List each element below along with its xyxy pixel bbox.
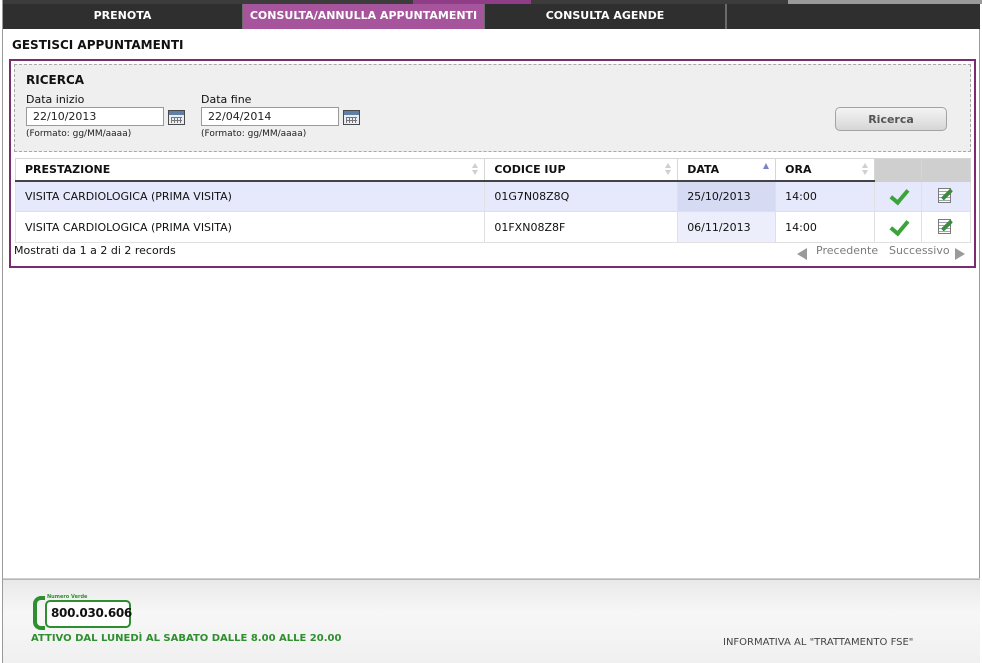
end-date-format: (Formato: gg/MM/aaaa) xyxy=(201,129,307,139)
cell-data: 25/10/2013 xyxy=(677,180,777,212)
start-date-format: (Formato: gg/MM/aaaa) xyxy=(26,129,132,139)
end-date-label: Data fine xyxy=(201,93,252,106)
confirm-cell xyxy=(874,180,923,212)
column-header-confirm xyxy=(874,158,923,182)
edit-note-icon[interactable] xyxy=(937,186,955,204)
column-header-ora[interactable]: ORA xyxy=(775,158,876,182)
top-nav: PRENOTA CONSULTA/ANNULLA APPUNTAMENTI CO… xyxy=(3,0,982,29)
nav-accent-grey xyxy=(788,0,982,4)
previous-page-link[interactable]: Precedente xyxy=(816,244,878,257)
appointments-panel: RICERCA Data inizio (Formato: gg/MM/aaaa… xyxy=(9,59,976,268)
table-row[interactable]: VISITA CARDIOLOGICA (PRIMA VISITA) 01FXN… xyxy=(14,211,971,243)
phone-number: 800.030.606 xyxy=(51,606,132,620)
checkmark-icon[interactable] xyxy=(888,217,908,235)
sort-ascending-icon xyxy=(763,163,770,176)
cell-data: 06/11/2013 xyxy=(677,211,777,243)
search-title: RICERCA xyxy=(26,73,85,87)
sort-icon xyxy=(472,163,479,176)
column-header-edit xyxy=(921,158,971,182)
edit-note-icon[interactable] xyxy=(937,217,955,235)
sort-icon xyxy=(665,163,672,176)
checkmark-icon[interactable] xyxy=(888,186,908,204)
cell-ora: 14:00 xyxy=(775,211,876,243)
next-page-link[interactable]: Successivo xyxy=(889,244,950,257)
records-info: Mostrati da 1 a 2 di 2 records xyxy=(14,244,176,257)
search-box: RICERCA Data inizio (Formato: gg/MM/aaaa… xyxy=(14,64,971,152)
opening-hours: ATTIVO DAL LUNEDÌ AL SABATO DALLE 8.00 A… xyxy=(31,633,342,644)
calendar-icon[interactable] xyxy=(168,110,185,125)
start-date-label: Data inizio xyxy=(26,93,85,106)
column-header-codice-iup[interactable]: CODICE IUP xyxy=(484,158,679,182)
search-button[interactable]: Ricerca xyxy=(835,107,947,131)
numero-verde-tag: Numero Verde xyxy=(47,594,88,600)
edit-cell xyxy=(921,211,971,243)
numero-verde-logo: Numero Verde 800.030.606 xyxy=(33,594,137,630)
tab-consulta-agende[interactable]: CONSULTA AGENDE xyxy=(485,4,726,29)
nav-divider xyxy=(726,4,727,29)
cell-codice: 01G7N08Z8Q xyxy=(484,180,679,212)
end-date-input[interactable] xyxy=(201,107,339,126)
calendar-icon[interactable] xyxy=(343,110,360,125)
footer: Numero Verde 800.030.606 ATTIVO DAL LUNE… xyxy=(3,579,980,663)
edit-cell xyxy=(921,180,971,212)
column-header-prestazione[interactable]: PRESTAZIONE xyxy=(14,158,486,182)
start-date-input[interactable] xyxy=(26,107,164,126)
tab-consulta-annulla[interactable]: CONSULTA/ANNULLA APPUNTAMENTI xyxy=(243,4,485,29)
confirm-cell xyxy=(874,211,923,243)
cell-ora: 14:00 xyxy=(775,180,876,212)
arrow-left-icon[interactable] xyxy=(797,248,807,260)
arrow-right-icon[interactable] xyxy=(955,248,965,260)
table-row[interactable]: VISITA CARDIOLOGICA (PRIMA VISITA) 01G7N… xyxy=(14,180,971,212)
tab-prenota[interactable]: PRENOTA xyxy=(3,4,243,29)
page-title: GESTISCI APPUNTAMENTI xyxy=(12,38,184,52)
column-header-data[interactable]: DATA xyxy=(677,158,777,182)
cell-prestazione: VISITA CARDIOLOGICA (PRIMA VISITA) xyxy=(14,211,486,243)
cell-prestazione: VISITA CARDIOLOGICA (PRIMA VISITA) xyxy=(14,180,486,212)
phone-icon xyxy=(33,596,45,630)
sort-icon xyxy=(862,163,869,176)
appointments-table: PRESTAZIONE CODICE IUP DATA ORA VISITA C… xyxy=(14,158,971,243)
cell-codice: 01FXN08Z8F xyxy=(484,211,679,243)
privacy-link[interactable]: INFORMATIVA AL "TRATTAMENTO FSE" xyxy=(723,637,913,648)
